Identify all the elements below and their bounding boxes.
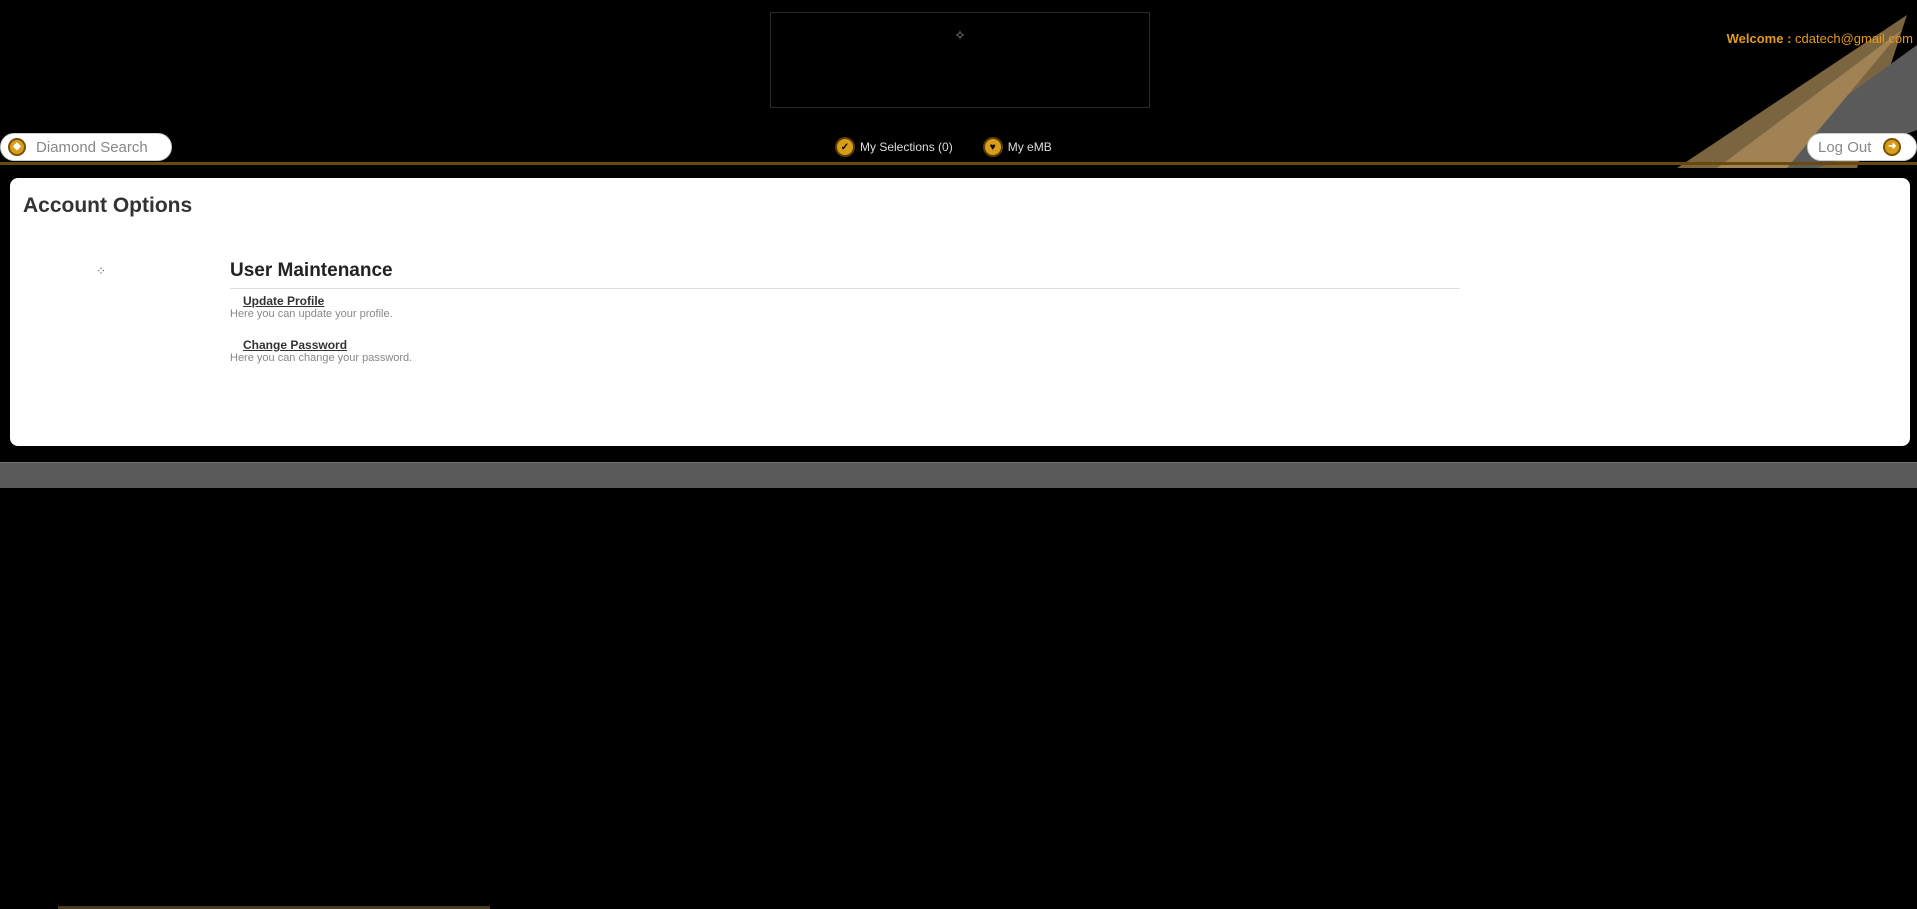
nav-item-label: My eMB [1007, 140, 1052, 154]
change-password-link[interactable]: Change Password [243, 338, 1460, 352]
bullet-icon: ⁘ [96, 264, 107, 278]
footer-bar [0, 462, 1917, 488]
center-nav: ✓ My Selections (0) ♥ My eMB [835, 137, 1082, 157]
welcome-message: Welcome : cdatech@gmail.com [1727, 31, 1913, 46]
nav-item-my-selections[interactable]: ✓ My Selections (0) [835, 137, 953, 157]
header: ✧ Welcome : cdatech@gmail.com ◆ Diamond … [0, 0, 1917, 168]
welcome-email[interactable]: cdatech@gmail.com [1795, 31, 1913, 46]
nav-item-label: My Selections (0) [860, 140, 953, 154]
change-password-description: Here you can change your password. [230, 352, 413, 364]
account-options-panel: Account Options ⁘ User Maintenance Updat… [10, 178, 1910, 446]
user-maintenance-section: User Maintenance Update Profile Here you… [230, 260, 1460, 382]
coin-icon: ◆ [8, 138, 26, 156]
page: ✧ Welcome : cdatech@gmail.com ◆ Diamond … [0, 0, 1917, 909]
diamond-search-label: Diamond Search [36, 138, 148, 156]
diamond-search-button[interactable]: ◆ Diamond Search [0, 133, 172, 161]
update-profile-link[interactable]: Update Profile [243, 294, 1460, 308]
welcome-label: Welcome : [1726, 31, 1792, 46]
section-heading: User Maintenance [230, 260, 1460, 289]
coin-icon: ➜ [1883, 138, 1902, 156]
heart-coin-icon: ♥ [982, 137, 1003, 157]
nav-item-my-emb[interactable]: ♥ My eMB [982, 137, 1052, 157]
header-divider [0, 162, 1917, 165]
update-profile-description: Here you can update your profile. [230, 308, 393, 320]
logout-button[interactable]: Log Out ➜ [1807, 133, 1917, 161]
page-title: Account Options [23, 194, 193, 217]
brand-logo[interactable]: ✧ [770, 12, 1150, 108]
logo-mark-icon: ✧ [954, 27, 966, 43]
check-coin-icon: ✓ [835, 137, 855, 157]
logout-label: Log Out [1818, 138, 1872, 156]
